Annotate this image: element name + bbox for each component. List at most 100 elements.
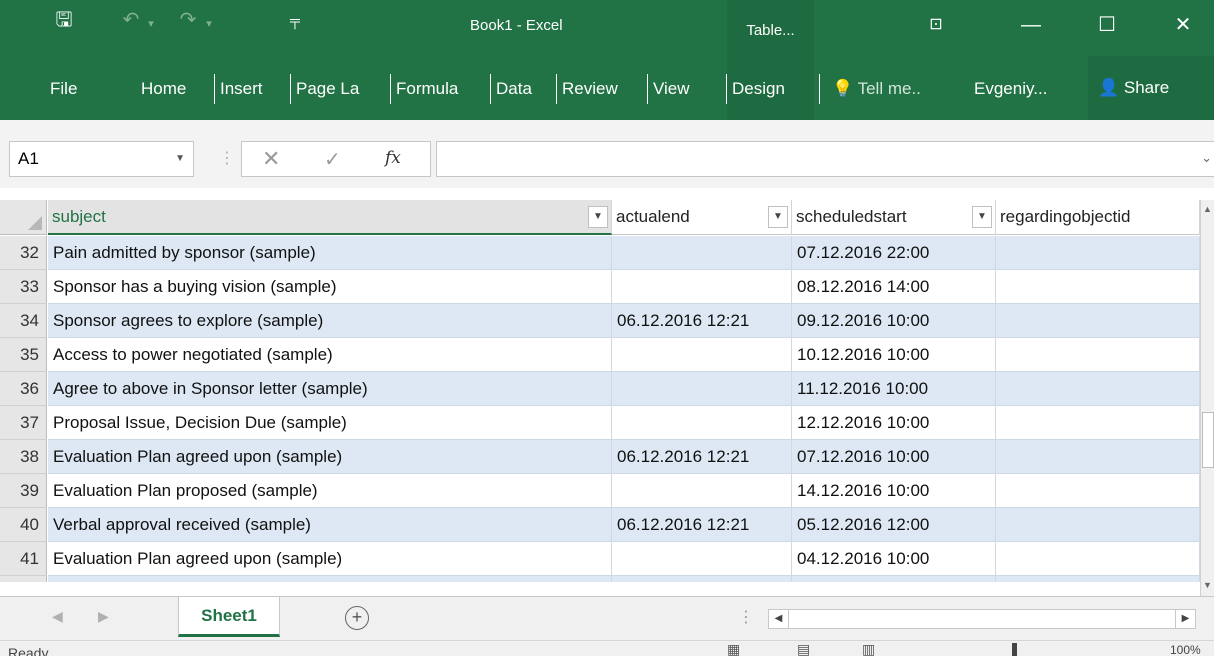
cell-subject[interactable]: Evaluation Plan proposed (sample) xyxy=(48,474,612,508)
insert-function-icon[interactable]: fx xyxy=(385,148,401,168)
cell-actualend[interactable]: 06.12.2016 12:21 xyxy=(612,304,792,338)
share-button[interactable]: 👤 Share xyxy=(1088,56,1214,120)
cell-subject[interactable]: Pain admitted by sponsor (sample) xyxy=(48,236,612,270)
row-header[interactable]: 35 xyxy=(0,338,47,372)
cell-actualend[interactable] xyxy=(612,236,792,270)
cell-actualend[interactable]: 06.12.2016 12:21 xyxy=(612,440,792,474)
filter-dropdown-icon[interactable]: ▼ xyxy=(588,206,608,228)
chevron-down-icon[interactable]: ▼ xyxy=(175,142,185,176)
customize-quick-access-icon[interactable]: ╤ xyxy=(285,6,305,34)
tab-data[interactable]: Data xyxy=(490,74,532,104)
cell-actualend[interactable] xyxy=(612,542,792,576)
cell-regardingobjectid[interactable] xyxy=(996,372,1200,406)
close-button[interactable]: ✕ xyxy=(1152,0,1214,56)
row-header[interactable]: 39 xyxy=(0,474,47,508)
cell-regardingobjectid[interactable] xyxy=(996,406,1200,440)
table-header-regardingobjectid[interactable]: regardingobjectid xyxy=(996,200,1200,235)
table-header-actualend[interactable]: actualend ▼ xyxy=(612,200,792,235)
cell-actualend[interactable] xyxy=(612,406,792,440)
row-header[interactable]: 34 xyxy=(0,304,47,338)
cell-subject[interactable]: Sponsor has a buying vision (sample) xyxy=(48,270,612,304)
scroll-right-icon[interactable]: ▶ xyxy=(1175,610,1195,628)
cell-subject[interactable]: Access to power negotiated (sample) xyxy=(48,338,612,372)
cell-scheduledstart[interactable]: 05.12.2016 12:00 xyxy=(792,508,996,542)
row-header[interactable]: 40 xyxy=(0,508,47,542)
cell-regardingobjectid[interactable] xyxy=(996,542,1200,576)
cell-subject[interactable]: Verbal approval received (sample) xyxy=(48,508,612,542)
ribbon-display-options-icon[interactable]: ⊡ xyxy=(905,0,967,56)
formula-bar-resize-handle[interactable]: ⋮ xyxy=(219,148,235,168)
tab-insert[interactable]: Insert xyxy=(214,74,263,104)
tab-split-handle[interactable]: ⋮ xyxy=(738,607,754,627)
scrollbar-thumb[interactable] xyxy=(1202,412,1214,468)
tab-view[interactable]: View xyxy=(647,74,690,104)
cell-regardingobjectid[interactable] xyxy=(996,236,1200,270)
cell-actualend[interactable] xyxy=(612,270,792,304)
save-icon[interactable]: 🖫 xyxy=(50,6,78,34)
cell-subject[interactable]: Evaluation Plan agreed upon (sample) xyxy=(48,440,612,474)
cell-actualend[interactable] xyxy=(612,372,792,406)
tab-home[interactable]: Home xyxy=(141,74,186,104)
redo-dropdown-icon[interactable]: ▾ xyxy=(202,10,216,38)
row-header[interactable]: 33 xyxy=(0,270,47,304)
cell-regardingobjectid[interactable] xyxy=(996,508,1200,542)
cell-scheduledstart[interactable]: 11.12.2016 10:00 xyxy=(792,372,996,406)
cell-scheduledstart[interactable]: 09.12.2016 10:00 xyxy=(792,304,996,338)
cell-regardingobjectid[interactable] xyxy=(996,270,1200,304)
cell-subject[interactable]: Sponsor agrees to explore (sample) xyxy=(48,304,612,338)
cell-scheduledstart[interactable]: 08.12.2016 14:00 xyxy=(792,270,996,304)
cell-subject[interactable]: Evaluation Plan agreed upon (sample) xyxy=(48,542,612,576)
filter-dropdown-icon[interactable]: ▼ xyxy=(768,206,788,228)
cell-subject[interactable]: Agree to above in Sponsor letter (sample… xyxy=(48,372,612,406)
tab-formulas[interactable]: Formula xyxy=(390,74,492,104)
cell-actualend[interactable] xyxy=(612,474,792,508)
cell-subject[interactable]: Proposal Issue, Decision Due (sample) xyxy=(48,406,612,440)
cell-regardingobjectid[interactable] xyxy=(996,440,1200,474)
tell-me-search[interactable]: 💡 Tell me.. xyxy=(832,74,921,104)
select-all-corner[interactable] xyxy=(0,200,47,235)
previous-sheet-icon[interactable]: ◀ xyxy=(52,608,63,625)
cell-regardingobjectid[interactable] xyxy=(996,304,1200,338)
row-header[interactable]: 36 xyxy=(0,372,47,406)
zoom-slider[interactable] xyxy=(1012,643,1017,656)
tab-file[interactable]: File xyxy=(50,74,77,104)
table-header-subject[interactable]: subject ▼ xyxy=(48,200,612,235)
undo-dropdown-icon[interactable]: ▾ xyxy=(144,10,158,38)
formula-input[interactable]: ⌄ xyxy=(436,141,1214,177)
cell-actualend[interactable]: 06.12.2016 12:21 xyxy=(612,508,792,542)
sheet-tab-sheet1[interactable]: Sheet1 xyxy=(178,597,280,637)
row-header[interactable]: 32 xyxy=(0,236,47,270)
cancel-icon[interactable]: ✕ xyxy=(262,146,280,172)
expand-formula-bar-icon[interactable]: ⌄ xyxy=(1201,150,1212,166)
cell-regardingobjectid[interactable] xyxy=(996,474,1200,508)
cell-actualend[interactable] xyxy=(612,338,792,372)
name-box[interactable]: A1 ▼ xyxy=(9,141,194,177)
scroll-down-icon[interactable]: ▼ xyxy=(1203,580,1212,590)
minimize-button[interactable]: — xyxy=(1000,0,1062,56)
filter-dropdown-icon[interactable]: ▼ xyxy=(972,206,992,228)
cell-scheduledstart[interactable]: 10.12.2016 10:00 xyxy=(792,338,996,372)
next-sheet-icon[interactable]: ▶ xyxy=(98,608,109,625)
normal-view-icon[interactable]: ▦ xyxy=(727,641,740,656)
scroll-left-icon[interactable]: ◀ xyxy=(769,610,789,628)
cell-scheduledstart[interactable]: 04.12.2016 10:00 xyxy=(792,542,996,576)
table-header-scheduledstart[interactable]: scheduledstart ▼ xyxy=(792,200,996,235)
add-sheet-button[interactable]: + xyxy=(345,606,369,630)
horizontal-scrollbar[interactable]: ◀ ▶ xyxy=(768,609,1196,629)
scroll-up-icon[interactable]: ▲ xyxy=(1203,204,1212,214)
account-name[interactable]: Evgeniy... xyxy=(974,74,1047,104)
row-header[interactable]: 41 xyxy=(0,542,47,576)
enter-icon[interactable]: ✓ xyxy=(324,147,341,172)
page-break-view-icon[interactable]: ▥ xyxy=(862,641,875,656)
tab-design[interactable]: Design xyxy=(726,74,785,104)
cell-regardingobjectid[interactable] xyxy=(996,338,1200,372)
page-layout-view-icon[interactable]: ▤ xyxy=(797,641,810,656)
vertical-scrollbar[interactable]: ▲ ▼ xyxy=(1200,200,1214,596)
zoom-level[interactable]: 100% xyxy=(1170,643,1201,656)
row-header[interactable]: 38 xyxy=(0,440,47,474)
tab-review[interactable]: Review xyxy=(556,74,618,104)
tab-page-layout[interactable]: Page La xyxy=(290,74,390,104)
maximize-button[interactable]: ☐ xyxy=(1076,0,1138,56)
cell-scheduledstart[interactable]: 07.12.2016 10:00 xyxy=(792,440,996,474)
cell-scheduledstart[interactable]: 12.12.2016 10:00 xyxy=(792,406,996,440)
